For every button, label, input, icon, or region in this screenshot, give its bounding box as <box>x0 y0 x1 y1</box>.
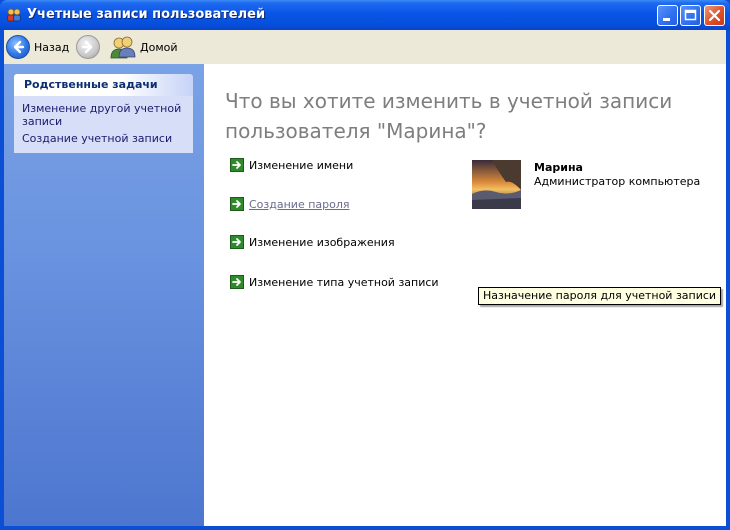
green-arrow-icon <box>230 275 244 289</box>
back-arrow-icon <box>6 35 30 59</box>
window-title: Учетные записи пользователей <box>27 7 266 22</box>
action-label: Изменение изображения <box>249 235 395 249</box>
home-button[interactable]: Домой <box>110 33 178 61</box>
forward-button[interactable] <box>76 33 100 61</box>
minimize-icon <box>663 18 670 21</box>
action-label: Изменение имени <box>249 158 354 172</box>
window-frame-right <box>726 30 730 530</box>
task-pane: Родственные задачи Изменение другой учет… <box>4 64 204 526</box>
task-link-create-account[interactable]: Создание учетной записи <box>22 132 189 145</box>
action-change-picture[interactable]: Изменение изображения <box>230 234 395 250</box>
green-arrow-icon <box>230 235 244 249</box>
action-create-password[interactable]: Создание пароля <box>230 196 350 212</box>
page-title: Что вы хотите изменить в учетной записи … <box>225 89 673 143</box>
window-frame-bottom <box>0 526 730 530</box>
green-arrow-icon <box>230 158 244 172</box>
action-change-account-type[interactable]: Изменение типа учетной записи <box>230 274 439 290</box>
minimize-button[interactable] <box>657 5 678 26</box>
task-link-change-other-account[interactable]: Изменение другой учетной записи <box>22 102 189 128</box>
user-avatar <box>472 160 521 209</box>
green-arrow-icon <box>230 197 244 211</box>
action-label: Создание пароля <box>249 197 350 211</box>
home-label: Домой <box>140 40 178 54</box>
action-label: Изменение типа учетной записи <box>249 275 439 289</box>
maximize-button[interactable] <box>680 5 701 26</box>
related-tasks-box: Родственные задачи Изменение другой учет… <box>14 74 193 153</box>
back-button[interactable]: Назад <box>6 33 69 61</box>
action-change-name[interactable]: Изменение имени <box>230 157 353 173</box>
title-bar[interactable]: Учетные записи пользователей <box>0 0 730 30</box>
window: Учетные записи пользователей Назад Домой… <box>0 0 730 530</box>
users-home-icon <box>110 36 136 59</box>
users-icon <box>7 8 21 22</box>
maximize-icon <box>684 9 697 21</box>
related-tasks-title: Родственные задачи <box>24 78 158 91</box>
main-content: Что вы хотите изменить в учетной записи … <box>204 64 726 526</box>
tooltip: Назначение пароля для учетной записи <box>478 287 722 305</box>
related-tasks-list: Изменение другой учетной записи Создание… <box>14 96 193 153</box>
toolbar: Назад Домой <box>4 30 726 65</box>
close-icon <box>708 9 721 22</box>
forward-arrow-icon <box>76 35 100 59</box>
back-label: Назад <box>34 40 70 54</box>
close-button[interactable] <box>704 5 725 26</box>
user-role: Администратор компьютера <box>534 175 701 188</box>
related-tasks-header: Родственные задачи <box>14 74 193 96</box>
user-name: Марина <box>534 161 583 174</box>
